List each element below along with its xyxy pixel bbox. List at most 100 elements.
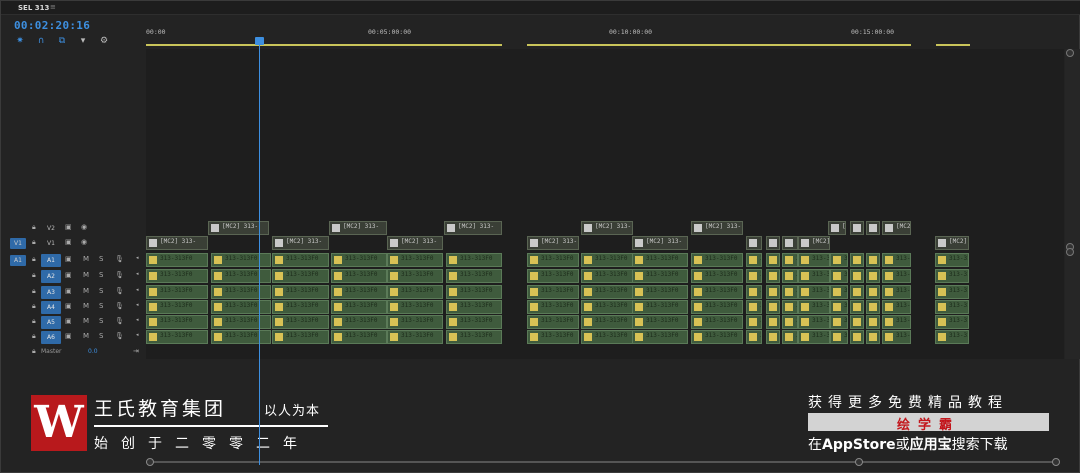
solo-button[interactable]: S — [99, 255, 103, 263]
scroll-handle[interactable] — [1066, 49, 1074, 57]
audio-clip[interactable]: 313-313F0 — [446, 330, 502, 344]
solo-button[interactable]: S — [99, 302, 103, 310]
audio-clip[interactable]: 313-313F0 — [632, 315, 688, 329]
audio-clip[interactable]: 313-313F0 — [766, 253, 780, 267]
audio-clip[interactable]: 313-313F0 — [798, 253, 830, 267]
go-to-end-icon[interactable]: ⇥ — [133, 347, 139, 355]
track-name[interactable]: A3 — [41, 286, 61, 299]
audio-clip[interactable]: 313-313F0 — [446, 253, 502, 267]
sync-lock-icon[interactable]: ▣ — [65, 302, 72, 310]
audio-clip[interactable]: 313-313F0 — [387, 300, 443, 314]
audio-clip[interactable]: 313-313F0 — [691, 253, 743, 267]
lock-icon[interactable]: 🔒︎ — [32, 332, 36, 341]
video-clip[interactable]: [MC2] 313- — [527, 236, 579, 250]
audio-clip[interactable]: 313-313F0 — [632, 269, 688, 283]
audio-clip[interactable]: 313-313F0 — [882, 330, 911, 344]
audio-clip[interactable]: 313-313F0 — [798, 330, 830, 344]
audio-clip[interactable]: 313-313F0 — [830, 315, 848, 329]
lock-icon[interactable]: 🔒︎ — [32, 238, 36, 247]
audio-clip[interactable]: 313-313F0 — [866, 253, 880, 267]
linked-selection-icon[interactable]: ⧉ — [56, 36, 68, 46]
audio-clip[interactable]: 313-313F0 — [446, 315, 502, 329]
audio-clip[interactable]: 313-313F0 — [146, 300, 208, 314]
audio-clip[interactable]: 313-313F0 — [850, 330, 864, 344]
audio-clip[interactable]: 313-313F0 — [632, 330, 688, 344]
audio-clip[interactable]: 313-313F0 — [746, 330, 762, 344]
audio-clip[interactable]: 313-313F0 — [146, 285, 208, 299]
expand-icon[interactable]: ◂ — [136, 255, 139, 261]
audio-clip[interactable]: 313-313F0 — [146, 269, 208, 283]
video-clip[interactable]: [MC2] 313- — [850, 221, 864, 235]
audio-clip[interactable]: 313-313F0 — [691, 269, 743, 283]
microphone-icon[interactable]: 🎙︎ — [115, 332, 124, 340]
audio-clip[interactable]: 313-313F0 — [766, 330, 780, 344]
audio-clip[interactable]: 313-313F0 — [146, 315, 208, 329]
mute-button[interactable]: M — [83, 287, 89, 295]
lock-icon[interactable]: 🔒︎ — [32, 347, 36, 356]
audio-clip[interactable]: 313-313F0 — [527, 253, 579, 267]
audio-clip[interactable]: 313-313F0 — [387, 253, 443, 267]
sync-lock-icon[interactable]: ▣ — [65, 287, 72, 295]
video-clip[interactable]: [MC2] 313- — [782, 236, 798, 250]
audio-clip[interactable]: 313-313F0 — [581, 315, 633, 329]
audio-clip[interactable]: 313-313F0 — [146, 253, 208, 267]
video-clip[interactable]: [MC2] 313- — [329, 221, 387, 235]
audio-clip[interactable]: 313-313F0 — [830, 269, 848, 283]
sync-lock-icon[interactable]: ▣ — [65, 223, 72, 231]
source-patch[interactable]: V1 — [10, 238, 26, 249]
work-area-bar[interactable] — [146, 44, 502, 46]
audio-clip[interactable]: 313-313F0 — [866, 315, 880, 329]
audio-clip[interactable]: 313-313F0 — [782, 330, 798, 344]
audio-clip[interactable]: 313-313F0 — [527, 315, 579, 329]
audio-clip[interactable]: 313-313F0 — [387, 330, 443, 344]
sync-lock-icon[interactable]: ▣ — [65, 271, 72, 279]
expand-icon[interactable]: ◂ — [136, 332, 139, 338]
audio-clip[interactable]: 313-313F0 — [691, 285, 743, 299]
audio-clip[interactable]: 313-313F0 — [850, 315, 864, 329]
audio-clip[interactable]: 313-313F0 — [766, 285, 780, 299]
audio-clip[interactable]: 313-313F0 — [632, 300, 688, 314]
audio-clip[interactable]: 313-313F0 — [935, 285, 969, 299]
track-name[interactable]: A1 — [41, 254, 61, 267]
audio-clip[interactable]: 313-313F0 — [446, 285, 502, 299]
audio-clip[interactable]: 313-313F0 — [272, 269, 329, 283]
scroll-handle[interactable] — [146, 458, 154, 466]
audio-clip[interactable]: 313-313F0 — [746, 285, 762, 299]
sync-lock-icon[interactable]: ▣ — [65, 332, 72, 340]
audio-clip[interactable]: 313-313F0 — [850, 300, 864, 314]
playhead-line[interactable] — [259, 45, 260, 465]
audio-clip[interactable]: 313-313F0 — [211, 300, 271, 314]
expand-icon[interactable]: ◂ — [136, 317, 139, 323]
lock-icon[interactable]: 🔒︎ — [32, 271, 36, 280]
snap-icon[interactable]: ∩ — [35, 36, 47, 46]
audio-clip[interactable]: 313-313F0 — [830, 300, 848, 314]
audio-clip[interactable]: 313-313F0 — [766, 300, 780, 314]
audio-clip[interactable]: 313-313F0 — [581, 300, 633, 314]
audio-clip[interactable]: 313-313F0 — [882, 300, 911, 314]
audio-clip[interactable]: 313-313F0 — [882, 315, 911, 329]
expand-icon[interactable]: ◂ — [136, 302, 139, 308]
audio-clip[interactable]: 313-313F0 — [387, 269, 443, 283]
mute-button[interactable]: M — [83, 255, 89, 263]
solo-button[interactable]: S — [99, 271, 103, 279]
audio-clip[interactable]: 313-313F0 — [830, 253, 848, 267]
nest-icon[interactable]: ✷ — [14, 36, 26, 46]
add-marker-icon[interactable]: ▾ — [77, 36, 89, 46]
lock-icon[interactable]: 🔒︎ — [32, 223, 36, 232]
audio-clip[interactable]: 313-313F0 — [446, 300, 502, 314]
wrench-icon[interactable]: ⚙ — [98, 36, 110, 46]
audio-clip[interactable]: 313-313F0 — [331, 285, 387, 299]
audio-clip[interactable]: 313-313F0 — [798, 315, 830, 329]
audio-clip[interactable]: 313-313F0 — [746, 269, 762, 283]
audio-clip[interactable]: 313-313F0 — [866, 285, 880, 299]
menu-icon[interactable]: ≡ — [50, 3, 56, 11]
mute-button[interactable]: M — [83, 302, 89, 310]
video-clip[interactable]: [MC2] 313- — [146, 236, 208, 250]
track-name[interactable]: V1 — [41, 237, 61, 250]
audio-clip[interactable]: 313-313F0 — [746, 253, 762, 267]
scroll-handle[interactable] — [855, 458, 863, 466]
audio-clip[interactable]: 313-313F0 — [527, 269, 579, 283]
audio-clip[interactable]: 313-313F0 — [935, 253, 969, 267]
audio-clip[interactable]: 313-313F0 — [691, 315, 743, 329]
audio-clip[interactable]: 313-313F0 — [935, 300, 969, 314]
